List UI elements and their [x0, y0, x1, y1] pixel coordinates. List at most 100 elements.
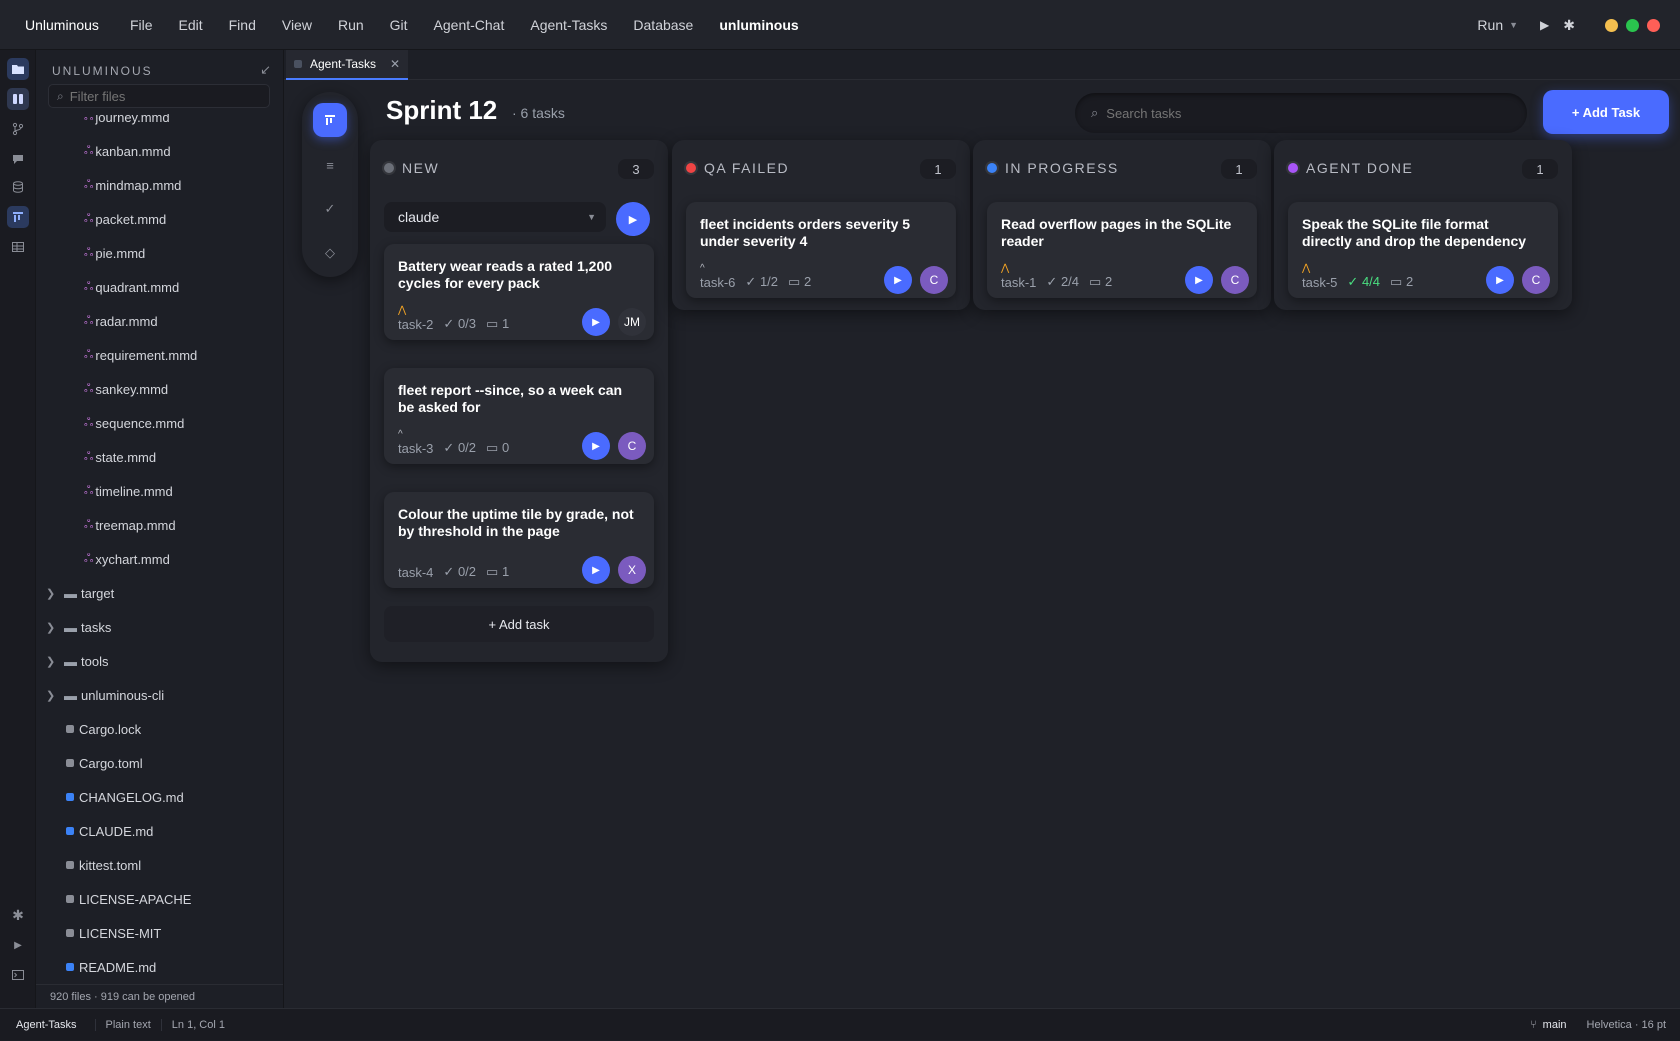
menu-run[interactable]: Run [338, 17, 364, 33]
status-cursor[interactable]: Ln 1, Col 1 [162, 1019, 235, 1031]
search-tasks-field[interactable]: ⌕ [1075, 93, 1527, 133]
status-mode[interactable]: Agent-Tasks [0, 1018, 96, 1031]
folder-tree-item[interactable]: ❯ ▬ tools [36, 644, 283, 678]
file-tree-item[interactable]: ஃ timeline.mmd [36, 474, 283, 508]
table-icon[interactable] [7, 236, 29, 258]
run-task-button[interactable]: ▶ [1486, 266, 1514, 294]
file-tree-item[interactable]: ஃ treemap.mmd [36, 508, 283, 542]
file-tree-item[interactable]: ஃ mindmap.mmd [36, 168, 283, 202]
chevron-right-icon[interactable]: ❯ [46, 689, 58, 702]
collapse-icon[interactable]: ↙ [260, 62, 271, 78]
filter-files-input[interactable] [69, 88, 250, 104]
chevron-right-icon[interactable]: ❯ [46, 621, 58, 634]
file-tree-item[interactable]: ஃ xychart.mmd [36, 542, 283, 576]
explorer-icon[interactable] [7, 58, 29, 80]
agent-select[interactable]: claude ▼ [384, 202, 606, 232]
file-tree-item[interactable]: ஃ requirement.mmd [36, 338, 283, 372]
run-task-button[interactable]: ▶ [1185, 266, 1213, 294]
run-task-button[interactable]: ▶ [582, 308, 610, 336]
file-name: Cargo.lock [79, 721, 142, 737]
file-tree-item[interactable]: README.md [36, 950, 283, 980]
assignee-avatar[interactable]: X [618, 556, 646, 584]
assignee-avatar[interactable]: JM [618, 308, 646, 336]
file-tree-item[interactable]: Cargo.lock [36, 712, 283, 746]
run-task-button[interactable]: ▶ [884, 266, 912, 294]
file-tree-item[interactable]: CLAUDE.md [36, 814, 283, 848]
assignee-avatar[interactable]: C [1221, 266, 1249, 294]
file-name: treemap.mmd [95, 517, 176, 533]
file-tree-item[interactable]: ஃ kanban.mmd [36, 134, 283, 168]
file-tree[interactable]: ஃ journey.mmd ஃ kanban.mmd ஃ mindmap.mmd ஃ pack… [36, 114, 283, 980]
chevron-right-icon[interactable]: ❯ [46, 655, 58, 668]
folder-tree-item[interactable]: ❯ ▬ target [36, 576, 283, 610]
run-task-button[interactable]: ▶ [582, 556, 610, 584]
file-tree-item[interactable]: ஃ sankey.mmd [36, 372, 283, 406]
status-branch[interactable]: ⑂ main [1530, 1019, 1566, 1031]
list-view-icon[interactable]: ≡ [313, 148, 347, 182]
filter-files-field[interactable]: ⌕ [48, 84, 270, 108]
menu-agent-chat[interactable]: Agent-Chat [434, 17, 505, 33]
chevron-right-icon[interactable]: ❯ [46, 587, 58, 600]
search-tasks-input[interactable] [1106, 105, 1487, 121]
menu-view[interactable]: View [282, 17, 312, 33]
task-id: task-1 [1001, 274, 1037, 290]
terminal-icon[interactable] [7, 964, 29, 986]
maximize-button[interactable] [1626, 18, 1639, 32]
file-name: xychart.mmd [95, 551, 170, 567]
task-card[interactable]: Read overflow pages in the SQLite reader… [987, 202, 1257, 298]
menu-file[interactable]: File [130, 17, 153, 33]
minimize-button[interactable] [1605, 18, 1618, 32]
file-tree-item[interactable]: ஃ packet.mmd [36, 202, 283, 236]
run-config-dropdown[interactable]: Run ▼ [1477, 17, 1518, 33]
menu-find[interactable]: Find [229, 17, 256, 33]
checklist-count: 0/2 [457, 440, 477, 455]
folder-tree-item[interactable]: ❯ ▬ tasks [36, 610, 283, 644]
file-tree-item[interactable]: ஃ state.mmd [36, 440, 283, 474]
menu-edit[interactable]: Edit [179, 17, 203, 33]
file-tree-item[interactable]: kittest.toml [36, 848, 283, 882]
tasks-icon[interactable] [7, 206, 29, 228]
git-branch-icon[interactable] [7, 118, 29, 140]
status-font[interactable]: Helvetica · 16 pt [1587, 1019, 1666, 1031]
assignee-avatar[interactable]: C [618, 432, 646, 460]
task-card[interactable]: Speak the SQLite file format directly an… [1288, 202, 1558, 298]
play-icon[interactable]: ▶ [7, 934, 29, 956]
checklist-icon[interactable]: ✓ [313, 192, 347, 226]
status-language[interactable]: Plain text [96, 1018, 162, 1031]
file-tree-item[interactable]: ஃ quadrant.mmd [36, 270, 283, 304]
bug-icon[interactable]: ✱ [1563, 17, 1575, 34]
play-icon[interactable]: ▶ [1540, 18, 1549, 32]
folder-tree-item[interactable]: ❯ ▬ unluminous-cli [36, 678, 283, 712]
run-column-button[interactable]: ▶ [616, 202, 650, 236]
task-card[interactable]: fleet incidents orders severity 5 under … [686, 202, 956, 298]
assignee-avatar[interactable]: C [1522, 266, 1550, 294]
file-tree-item[interactable]: Cargo.toml [36, 746, 283, 780]
file-tree-item[interactable]: CHANGELOG.md [36, 780, 283, 814]
add-task-row-button[interactable]: + Add task [384, 606, 654, 642]
add-task-button[interactable]: + Add Task [1543, 90, 1669, 134]
file-tree-item[interactable]: LICENSE-APACHE [36, 882, 283, 916]
diamond-icon[interactable]: ◇ [313, 236, 347, 270]
task-card[interactable]: fleet report --since, so a week can be a… [384, 368, 654, 464]
assignee-avatar[interactable]: C [920, 266, 948, 294]
file-tree-item[interactable]: ஃ pie.mmd [36, 236, 283, 270]
menu-agent-tasks[interactable]: Agent-Tasks [530, 17, 607, 33]
file-tree-item[interactable]: ஃ journey.mmd [36, 114, 283, 134]
menu-database[interactable]: Database [633, 17, 693, 33]
menu-git[interactable]: Git [390, 17, 408, 33]
run-task-button[interactable]: ▶ [582, 432, 610, 460]
task-card[interactable]: Battery wear reads a rated 1,200 cycles … [384, 244, 654, 340]
app-name[interactable]: Unluminous [25, 17, 99, 33]
file-tree-item[interactable]: ஃ radar.mmd [36, 304, 283, 338]
file-tree-item[interactable]: LICENSE-MIT [36, 916, 283, 950]
board-view-icon[interactable] [313, 103, 347, 137]
chat-icon[interactable] [7, 148, 29, 170]
close-button[interactable] [1647, 18, 1660, 32]
bug-icon[interactable]: ✱ [7, 904, 29, 926]
database-icon[interactable] [7, 176, 29, 198]
close-icon[interactable]: ✕ [390, 57, 400, 71]
file-tree-item[interactable]: ஃ sequence.mmd [36, 406, 283, 440]
board-icon[interactable] [7, 88, 29, 110]
tab-agent-tasks[interactable]: Agent-Tasks ✕ [286, 50, 408, 80]
task-card[interactable]: Colour the uptime tile by grade, not by … [384, 492, 654, 588]
